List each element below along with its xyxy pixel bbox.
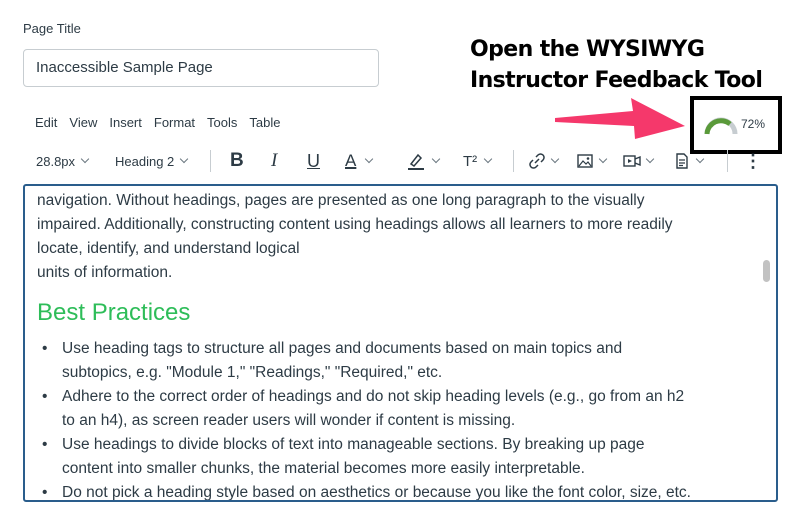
chevron-down-icon xyxy=(431,154,441,164)
media-icon xyxy=(623,155,641,167)
page-title-input[interactable]: Inaccessible Sample Page xyxy=(23,49,379,87)
paragraph-line: locate, identify, and understand logical xyxy=(37,240,300,257)
bold-button[interactable]: B xyxy=(230,145,244,177)
list-item-line: Do not pick a heading style based on aes… xyxy=(62,484,691,501)
rich-content-editor[interactable]: navigation. Without headings, pages are … xyxy=(23,184,778,502)
highlight-color-button[interactable] xyxy=(407,145,441,177)
chevron-down-icon xyxy=(180,154,189,164)
editor-toolbar: 28.8px Heading 2 B I U A T² ⋮ xyxy=(30,145,770,177)
chevron-down-icon xyxy=(365,154,374,164)
list-item-line: Use headings to divide blocks of text in… xyxy=(62,436,645,453)
block-format-select[interactable]: Heading 2 xyxy=(115,145,189,177)
toolbar-divider xyxy=(513,150,514,172)
underline-button[interactable]: U xyxy=(307,145,320,177)
list-item-line: Adhere to the correct order of headings … xyxy=(62,388,685,405)
menu-view[interactable]: View xyxy=(63,114,103,132)
chevron-down-icon xyxy=(645,154,655,164)
page-title-label: Page Title xyxy=(23,21,81,36)
best-practices-list: Use heading tags to structure all pages … xyxy=(37,337,742,501)
link-icon xyxy=(529,153,545,169)
menu-insert[interactable]: Insert xyxy=(103,114,148,132)
more-options-button[interactable]: ⋮ xyxy=(744,145,762,177)
highlighter-icon xyxy=(408,153,424,170)
text-color-icon: A xyxy=(345,151,357,170)
annotation-line-1: Open the WYSIWYG xyxy=(470,37,705,62)
chevron-down-icon xyxy=(598,154,608,164)
editor-scrollbar[interactable] xyxy=(763,260,770,282)
font-size-select[interactable]: 28.8px xyxy=(36,145,90,177)
menu-edit[interactable]: Edit xyxy=(29,114,63,132)
list-item: Use headings to divide blocks of text in… xyxy=(37,433,742,481)
toolbar-divider xyxy=(727,150,728,172)
menu-tools[interactable]: Tools xyxy=(201,114,243,132)
superscript-icon: T² xyxy=(463,152,478,170)
section-heading: Best Practices xyxy=(37,299,191,326)
menu-format[interactable]: Format xyxy=(148,114,201,132)
link-button[interactable] xyxy=(528,145,560,177)
chevron-down-icon xyxy=(80,154,90,164)
annotation-callout: Open the WYSIWYG Instructor Feedback Too… xyxy=(470,34,763,96)
list-item-line: to an h4), as screen reader users will w… xyxy=(62,412,516,429)
editor-menubar: Edit View Insert Format Tools Table xyxy=(29,114,286,132)
chevron-down-icon xyxy=(483,154,493,164)
list-item-line: content into smaller chunks, the materia… xyxy=(62,460,585,477)
image-button[interactable] xyxy=(576,145,608,177)
block-format-value: Heading 2 xyxy=(115,153,175,169)
list-item: Use heading tags to structure all pages … xyxy=(37,337,742,385)
annotation-arrow-icon xyxy=(555,98,685,139)
media-button[interactable] xyxy=(623,145,655,177)
superscript-button[interactable]: T² xyxy=(463,145,493,177)
paragraph-line: navigation. Without headings, pages are … xyxy=(37,192,645,209)
document-button[interactable] xyxy=(673,145,705,177)
list-item-line: subtopics, e.g. "Module 1," "Readings," … xyxy=(62,364,443,381)
document-icon xyxy=(676,153,688,169)
accessibility-gauge-icon xyxy=(704,117,738,135)
image-icon xyxy=(577,154,593,168)
font-size-value: 28.8px xyxy=(36,153,76,169)
paragraph-line: units of information. xyxy=(37,264,173,281)
list-item: Adhere to the correct order of headings … xyxy=(37,385,742,433)
paragraph-line: impaired. Additionally, constructing con… xyxy=(37,216,673,233)
italic-button[interactable]: I xyxy=(271,145,277,177)
chevron-down-icon xyxy=(550,154,560,164)
chevron-down-icon xyxy=(695,154,705,164)
accessibility-score: 72% xyxy=(741,117,766,131)
menu-table[interactable]: Table xyxy=(243,114,286,132)
list-item-line: Use heading tags to structure all pages … xyxy=(62,340,623,357)
list-item: Do not pick a heading style based on aes… xyxy=(37,481,742,501)
text-color-button[interactable]: A xyxy=(345,145,374,177)
toolbar-divider xyxy=(210,150,211,172)
editor-content: navigation. Without headings, pages are … xyxy=(37,189,742,501)
